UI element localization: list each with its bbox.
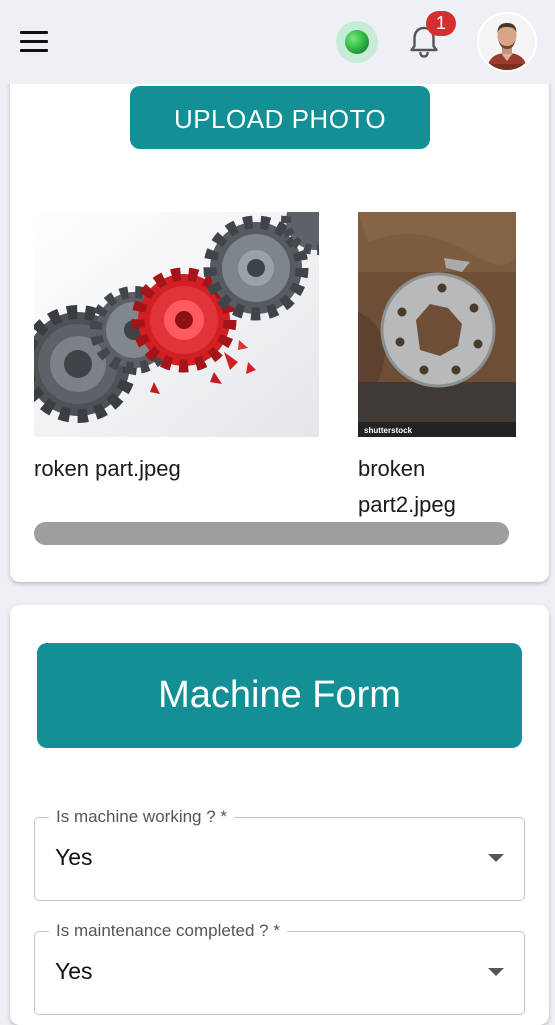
form-title: Machine Form [37, 643, 522, 748]
selected-value: Yes [55, 844, 93, 870]
hamburger-menu-icon[interactable] [20, 31, 48, 53]
photo-filename: roken part.jpeg [34, 456, 181, 481]
field-label: Is machine working ? * [49, 806, 235, 828]
watermark-text: shutterstock [364, 426, 413, 435]
online-status-indicator [336, 21, 378, 63]
dropdown-arrow-icon [488, 968, 504, 976]
photo-gallery[interactable]: roken part.jpeg shutterstock broken part… [10, 212, 549, 532]
menu-bar [20, 31, 48, 34]
notification-count-badge: 1 [426, 11, 456, 36]
photo-filename: broken part2.jpeg [358, 456, 456, 517]
upload-photo-button[interactable]: UPLOAD PHOTO [130, 86, 430, 149]
menu-bar [20, 49, 48, 52]
photo-upload-card: UPLOAD PHOTO roken part.jpeg shutterstoc… [10, 60, 549, 582]
selected-value: Yes [55, 958, 93, 984]
app-header: 1 [0, 0, 555, 84]
machine-form-card: Machine Form Is machine working ? * Yes … [10, 605, 549, 1025]
horizontal-scrollbar[interactable] [34, 522, 509, 545]
menu-bar [20, 40, 48, 43]
gears-photo-thumbnail [34, 212, 319, 437]
status-dot-icon [345, 30, 369, 54]
broken-plate-photo-thumbnail: shutterstock [358, 212, 516, 437]
machine-working-select[interactable]: Is machine working ? * Yes [34, 806, 525, 901]
maintenance-completed-select[interactable]: Is maintenance completed ? * Yes [34, 920, 525, 1015]
avatar-photo [479, 14, 535, 70]
photo-item[interactable]: shutterstock broken part2.jpeg [358, 212, 516, 523]
photo-item[interactable]: roken part.jpeg [34, 212, 319, 487]
field-label: Is maintenance completed ? * [49, 920, 287, 942]
dropdown-arrow-icon [488, 854, 504, 862]
user-avatar[interactable] [477, 12, 537, 72]
